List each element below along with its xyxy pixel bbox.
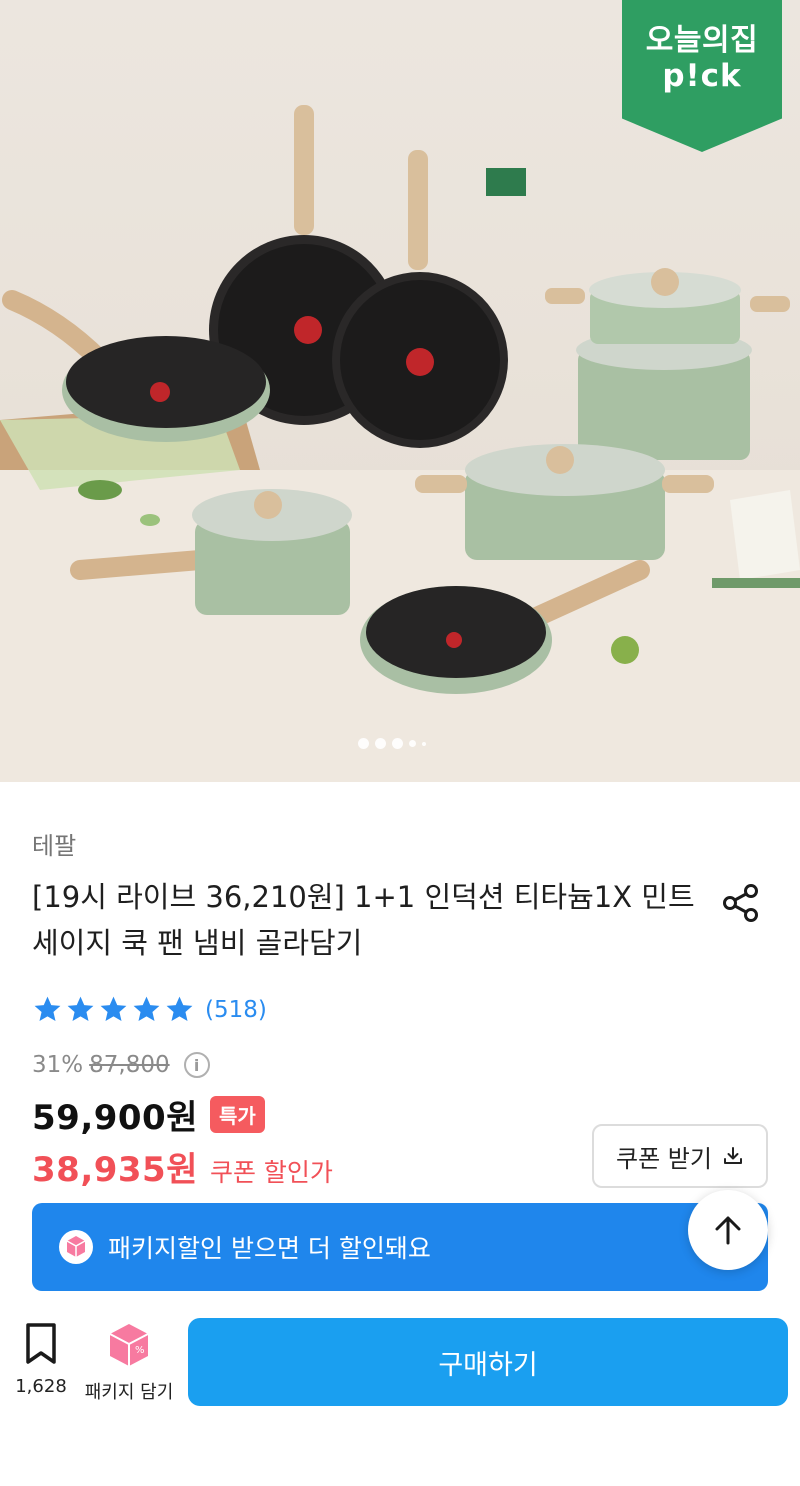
star-icon	[67, 996, 94, 1021]
pick-badge-line2: p!ck	[662, 58, 742, 94]
carousel-dot	[409, 740, 416, 747]
buy-button[interactable]: 구매하기	[188, 1318, 788, 1406]
coupon-price: 38,935원	[32, 1150, 198, 1190]
carousel-dot	[392, 738, 403, 749]
sale-price-row: 59,900원 특가	[32, 1090, 265, 1139]
star-icon	[34, 996, 61, 1021]
brand-name[interactable]: 테팔	[32, 826, 76, 861]
package-box-icon	[59, 1230, 93, 1264]
rating-summary[interactable]: (518)	[32, 994, 267, 1025]
bookmark-icon	[26, 1323, 56, 1364]
product-image-carousel[interactable]: 오늘의집 p!ck	[0, 0, 800, 782]
star-icon	[133, 996, 160, 1021]
original-price-row: 31% 87,800 i	[32, 1052, 210, 1078]
info-icon[interactable]: i	[183, 1052, 210, 1078]
get-coupon-button[interactable]: 쿠폰 받기	[592, 1124, 768, 1188]
get-coupon-label: 쿠폰 받기	[616, 1144, 712, 1173]
share-button[interactable]	[718, 880, 764, 926]
carousel-indicator	[358, 738, 426, 749]
package-discount-banner[interactable]: 패키지할인 받으면 더 할인돼요	[32, 1203, 768, 1291]
download-icon	[723, 1147, 742, 1164]
add-to-package-button[interactable]: % 패키지 담기	[78, 1320, 180, 1404]
star-icon	[100, 996, 127, 1021]
coupon-price-label: 쿠폰 할인가	[209, 1158, 333, 1187]
scroll-to-top-button[interactable]	[688, 1190, 768, 1270]
discount-rate: 31%	[32, 1052, 84, 1078]
product-title: [19시 라이브 36,210원] 1+1 인덕션 티타늄1X 민트 세이지 쿡…	[32, 880, 695, 960]
svg-text:%: %	[135, 1345, 145, 1356]
arrow-up-icon	[715, 1216, 741, 1245]
review-count[interactable]: (518)	[205, 997, 267, 1023]
carousel-dot-active	[358, 738, 369, 749]
original-price: 87,800	[89, 1052, 170, 1078]
add-to-package-label: 패키지 담기	[84, 1382, 174, 1403]
carousel-dot	[375, 738, 386, 749]
pick-badge-line1: 오늘의집	[645, 23, 759, 58]
bookmark-button[interactable]: 1,628	[14, 1322, 68, 1397]
carousel-dot	[422, 741, 426, 746]
package-discount-text: 패키지할인 받으면 더 할인돼요	[108, 1234, 431, 1263]
sale-price: 59,900원	[32, 1098, 198, 1138]
buy-button-label: 구매하기	[438, 1349, 538, 1381]
bookmark-count: 1,628	[15, 1376, 67, 1397]
package-box-icon: %	[109, 1324, 149, 1366]
special-deal-badge: 특가	[209, 1096, 265, 1133]
share-icon	[723, 884, 758, 922]
coupon-price-row: 38,935원 쿠폰 할인가	[32, 1142, 333, 1191]
star-icon	[166, 996, 193, 1021]
